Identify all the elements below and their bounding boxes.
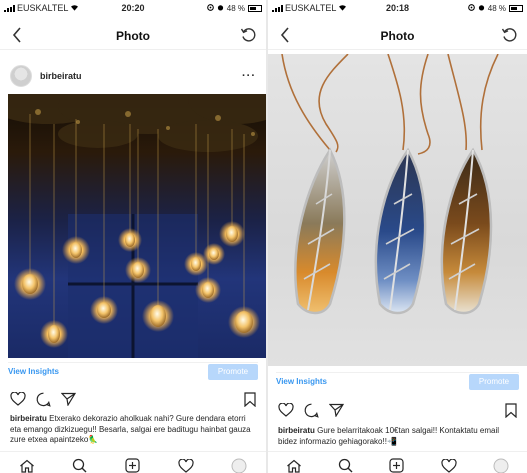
add-post-icon[interactable] (389, 458, 405, 473)
wifi-icon (338, 3, 347, 13)
post-header: birbeiratu ··· (10, 62, 256, 90)
add-post-icon[interactable] (125, 458, 140, 473)
search-icon[interactable] (338, 458, 353, 473)
like-heart-icon[interactable] (278, 403, 294, 417)
profile-icon[interactable] (231, 458, 247, 473)
carrier-info: EUSKALTEL (272, 3, 347, 13)
wifi-icon (70, 3, 79, 13)
caption-username[interactable]: birbeiratu (10, 414, 49, 423)
feather-1 (294, 147, 346, 315)
view-insights-link[interactable]: View Insights (8, 367, 59, 376)
status-right: 48 % (206, 3, 262, 13)
battery-percent: 48 % (487, 3, 506, 13)
bookmark-save-icon[interactable] (244, 391, 256, 407)
feather-2 (374, 147, 427, 315)
post-actions (10, 389, 256, 409)
right-phone-screen: EUSKALTEL 20:18 48 % Photo View Insights… (268, 0, 527, 473)
post-actions (278, 400, 517, 420)
location-icon (206, 3, 214, 13)
left-phone-screen: EUSKALTEL 20:20 48 % Photo birbeiratu ··… (0, 0, 266, 473)
signal-icon (272, 4, 283, 12)
signal-icon (4, 4, 15, 12)
status-bar: EUSKALTEL 20:18 48 % (268, 0, 527, 16)
avatar[interactable] (10, 65, 32, 87)
bottom-tab-bar (268, 451, 527, 473)
hanging-lights-illustration (8, 94, 266, 358)
share-direct-icon[interactable] (61, 392, 76, 406)
like-heart-icon[interactable] (10, 392, 26, 406)
back-button[interactable] (280, 26, 290, 49)
view-insights-link[interactable]: View Insights (276, 377, 327, 386)
alarm-icon (478, 4, 485, 13)
share-direct-icon[interactable] (329, 403, 344, 417)
carrier-name: EUSKALTEL (17, 3, 69, 13)
status-right: 48 % (467, 3, 523, 13)
profile-icon[interactable] (493, 458, 509, 473)
battery-icon (248, 4, 262, 12)
feather-3 (440, 147, 493, 315)
post-caption: birbeiratu Gure belarritakoak 10€tan sal… (278, 426, 519, 447)
search-icon[interactable] (72, 458, 87, 473)
post-photo-hanging-lights[interactable] (8, 94, 266, 358)
insights-bar: View Insights Promote (8, 362, 258, 380)
post-username[interactable]: birbeiratu (40, 71, 82, 81)
carrier-name: EUSKALTEL (285, 3, 337, 13)
home-icon[interactable] (19, 459, 35, 473)
more-options-button[interactable]: ··· (242, 70, 256, 82)
caption-username[interactable]: birbeiratu (278, 426, 317, 435)
nav-bar: Photo (0, 22, 266, 50)
nav-bar: Photo (268, 22, 527, 50)
refresh-button[interactable] (240, 27, 256, 48)
activity-heart-icon[interactable] (441, 458, 457, 473)
post-caption: birbeiratu Etxerako dekorazio aholkuak n… (10, 414, 258, 446)
insights-bar: View Insights Promote (276, 372, 519, 390)
back-button[interactable] (12, 26, 22, 49)
promote-button[interactable]: Promote (208, 363, 258, 380)
battery-percent: 48 % (226, 3, 245, 13)
status-bar: EUSKALTEL 20:20 48 % (0, 0, 266, 16)
refresh-button[interactable] (501, 27, 517, 48)
bookmark-save-icon[interactable] (505, 402, 517, 418)
activity-heart-icon[interactable] (177, 458, 194, 473)
post-photo-feather-earrings[interactable] (268, 54, 527, 366)
bottom-tab-bar (0, 451, 266, 473)
location-icon (467, 3, 475, 13)
home-icon[interactable] (286, 459, 302, 473)
battery-icon (509, 4, 523, 12)
comment-icon[interactable] (304, 403, 319, 418)
alarm-icon (217, 4, 224, 13)
page-title: Photo (116, 28, 150, 43)
screenshot-composite: EUSKALTEL 20:20 48 % Photo birbeiratu ··… (0, 0, 527, 473)
comment-icon[interactable] (36, 392, 51, 407)
page-title: Photo (380, 28, 415, 43)
feather-earrings-illustration (281, 54, 499, 315)
carrier-info: EUSKALTEL (4, 3, 79, 13)
promote-button[interactable]: Promote (469, 373, 519, 390)
